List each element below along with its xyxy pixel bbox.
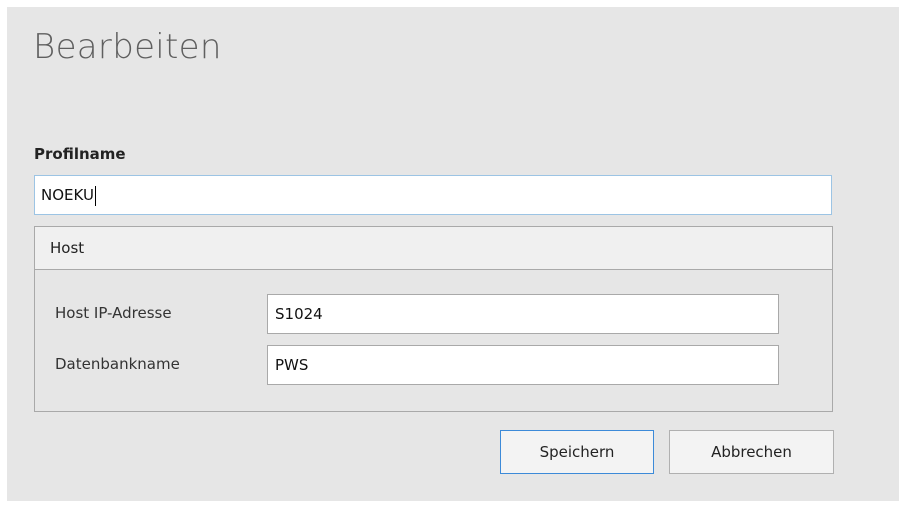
database-name-input[interactable]: PWS <box>267 345 779 385</box>
host-group-header: Host <box>35 227 832 270</box>
host-group: Host Host IP-Adresse S1024 Datenbankname… <box>34 226 833 412</box>
host-ip-label: Host IP-Adresse <box>55 304 172 322</box>
dialog-title: Bearbeiten <box>33 27 222 67</box>
profile-name-label: Profilname <box>34 145 126 163</box>
cancel-button[interactable]: Abbrechen <box>669 430 834 474</box>
text-caret <box>94 185 96 206</box>
host-ip-input[interactable]: S1024 <box>267 294 779 334</box>
edit-dialog: Bearbeiten Profilname NOEKU Host Host IP… <box>7 7 899 501</box>
database-name-label: Datenbankname <box>55 355 180 373</box>
database-name-row: Datenbankname PWS <box>35 345 832 385</box>
profile-name-input[interactable]: NOEKU <box>34 175 832 215</box>
profile-name-value: NOEKU <box>41 186 94 204</box>
save-button[interactable]: Speichern <box>500 430 654 474</box>
host-ip-row: Host IP-Adresse S1024 <box>35 294 832 334</box>
